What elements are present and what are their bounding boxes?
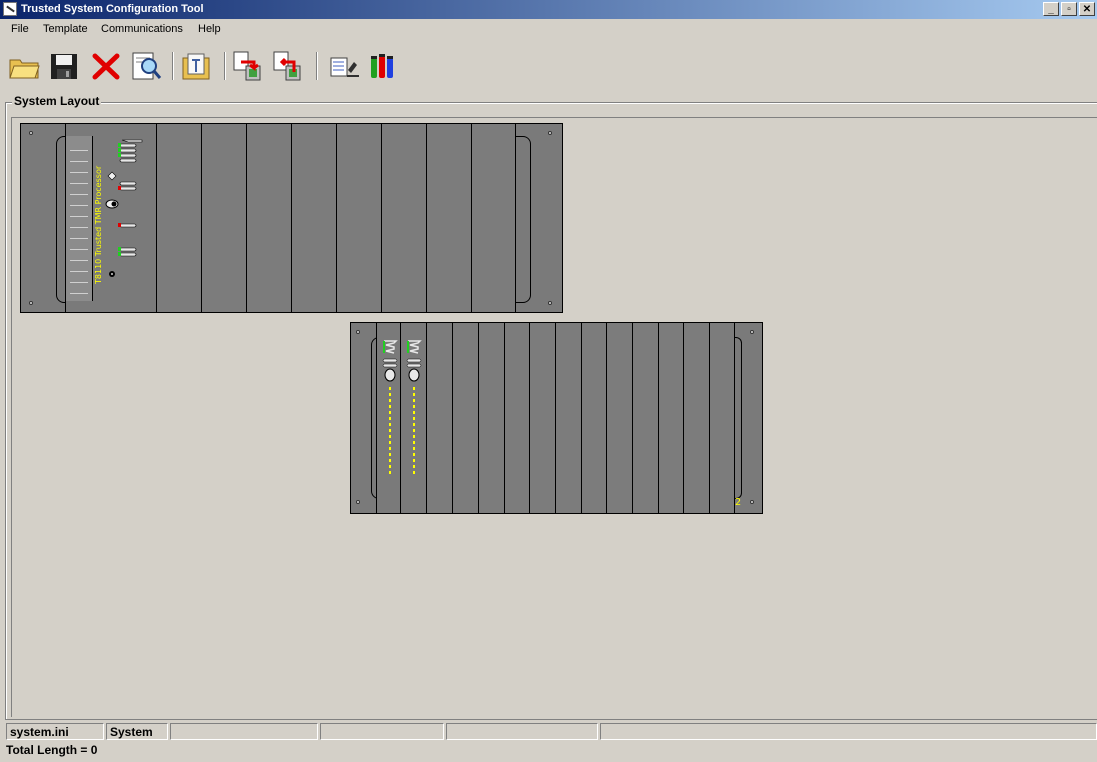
download-button[interactable] xyxy=(232,50,264,82)
rack-slot[interactable] xyxy=(246,124,291,312)
screw xyxy=(29,301,33,305)
rack-slot[interactable] xyxy=(471,124,516,312)
processor-module[interactable]: T8110 Trusted TMR Processor xyxy=(65,124,158,312)
upload-icon xyxy=(273,51,301,81)
rack-2[interactable]: 2 xyxy=(350,322,763,514)
comms-module-2[interactable] xyxy=(400,323,427,513)
menu-template[interactable]: Template xyxy=(43,23,88,35)
window-title: Trusted System Configuration Tool xyxy=(21,3,204,15)
menu-communications[interactable]: Communications xyxy=(101,23,183,35)
comms-indicators-icon xyxy=(382,340,398,477)
screw xyxy=(548,131,552,135)
total-length: Total Length = 0 xyxy=(6,743,98,757)
screw xyxy=(356,330,360,334)
screw xyxy=(356,500,360,504)
rack-slot[interactable] xyxy=(291,124,336,312)
status-field-3 xyxy=(170,723,318,740)
preview-button[interactable] xyxy=(130,50,162,82)
system-layout-label: System Layout xyxy=(12,94,102,108)
close-button[interactable]: ✕ xyxy=(1079,2,1095,16)
save-button[interactable] xyxy=(48,50,80,82)
status-field-5 xyxy=(446,723,598,740)
open-button[interactable] xyxy=(8,50,40,82)
menu-bar: File Template Communications Help xyxy=(0,19,1097,39)
upload-button[interactable] xyxy=(272,50,304,82)
processor-label: T8110 Trusted TMR Processor xyxy=(94,165,103,284)
rack-slot[interactable] xyxy=(201,124,246,312)
rack-slot[interactable] xyxy=(336,124,381,312)
rack-slot[interactable] xyxy=(529,323,555,513)
status-file: system.ini xyxy=(6,723,104,740)
rack-1[interactable]: T8110 Trusted TMR Processor xyxy=(20,123,563,313)
rack-slot[interactable] xyxy=(426,323,452,513)
menu-help[interactable]: Help xyxy=(198,23,221,35)
app-icon xyxy=(3,2,17,16)
toolbar xyxy=(0,46,1097,86)
rack-slot[interactable] xyxy=(709,323,735,513)
restore-button[interactable]: ▫ xyxy=(1061,2,1077,16)
rack-slot[interactable] xyxy=(156,124,201,312)
rack-slot[interactable] xyxy=(581,323,606,513)
edit-button[interactable] xyxy=(328,50,360,82)
status-bar: system.ini System xyxy=(6,723,1097,740)
rack-slot[interactable] xyxy=(381,124,426,312)
rack-slot[interactable] xyxy=(683,323,709,513)
processor-indicators-icon xyxy=(105,139,143,277)
rack-number: 2 xyxy=(735,497,742,508)
preview-icon xyxy=(132,52,162,80)
screw xyxy=(750,330,754,334)
status-field-4 xyxy=(320,723,444,740)
open-icon xyxy=(9,59,40,79)
template-icon xyxy=(182,53,210,80)
rack-slot[interactable] xyxy=(555,323,581,513)
tools-icon xyxy=(371,54,393,78)
rack-slot[interactable] xyxy=(632,323,658,513)
edit-icon xyxy=(330,57,359,77)
download-icon xyxy=(233,51,261,81)
status-system: System xyxy=(106,723,168,740)
screw xyxy=(548,301,552,305)
rack-slot[interactable] xyxy=(478,323,504,513)
status-field-6 xyxy=(600,723,1097,740)
template-button[interactable] xyxy=(180,50,212,82)
minimize-button[interactable]: _ xyxy=(1043,2,1059,16)
rack-slot[interactable] xyxy=(658,323,683,513)
rack-slot[interactable] xyxy=(504,323,529,513)
title-bar: Trusted System Configuration Tool _ ▫ ✕ xyxy=(0,0,1097,19)
screw xyxy=(29,131,33,135)
layout-canvas[interactable]: T8110 Trusted TMR Processor 2 xyxy=(11,117,1097,717)
tools-button[interactable] xyxy=(368,50,400,82)
delete-icon xyxy=(92,53,120,80)
delete-button[interactable] xyxy=(90,50,122,82)
rack-slot[interactable] xyxy=(452,323,478,513)
rack-slot[interactable] xyxy=(426,124,471,312)
rack-slot[interactable] xyxy=(606,323,632,513)
screw xyxy=(750,500,754,504)
menu-file[interactable]: File xyxy=(11,23,29,35)
save-icon xyxy=(51,54,77,79)
comms-indicators-icon xyxy=(406,340,422,477)
comms-module-1[interactable] xyxy=(376,323,401,513)
